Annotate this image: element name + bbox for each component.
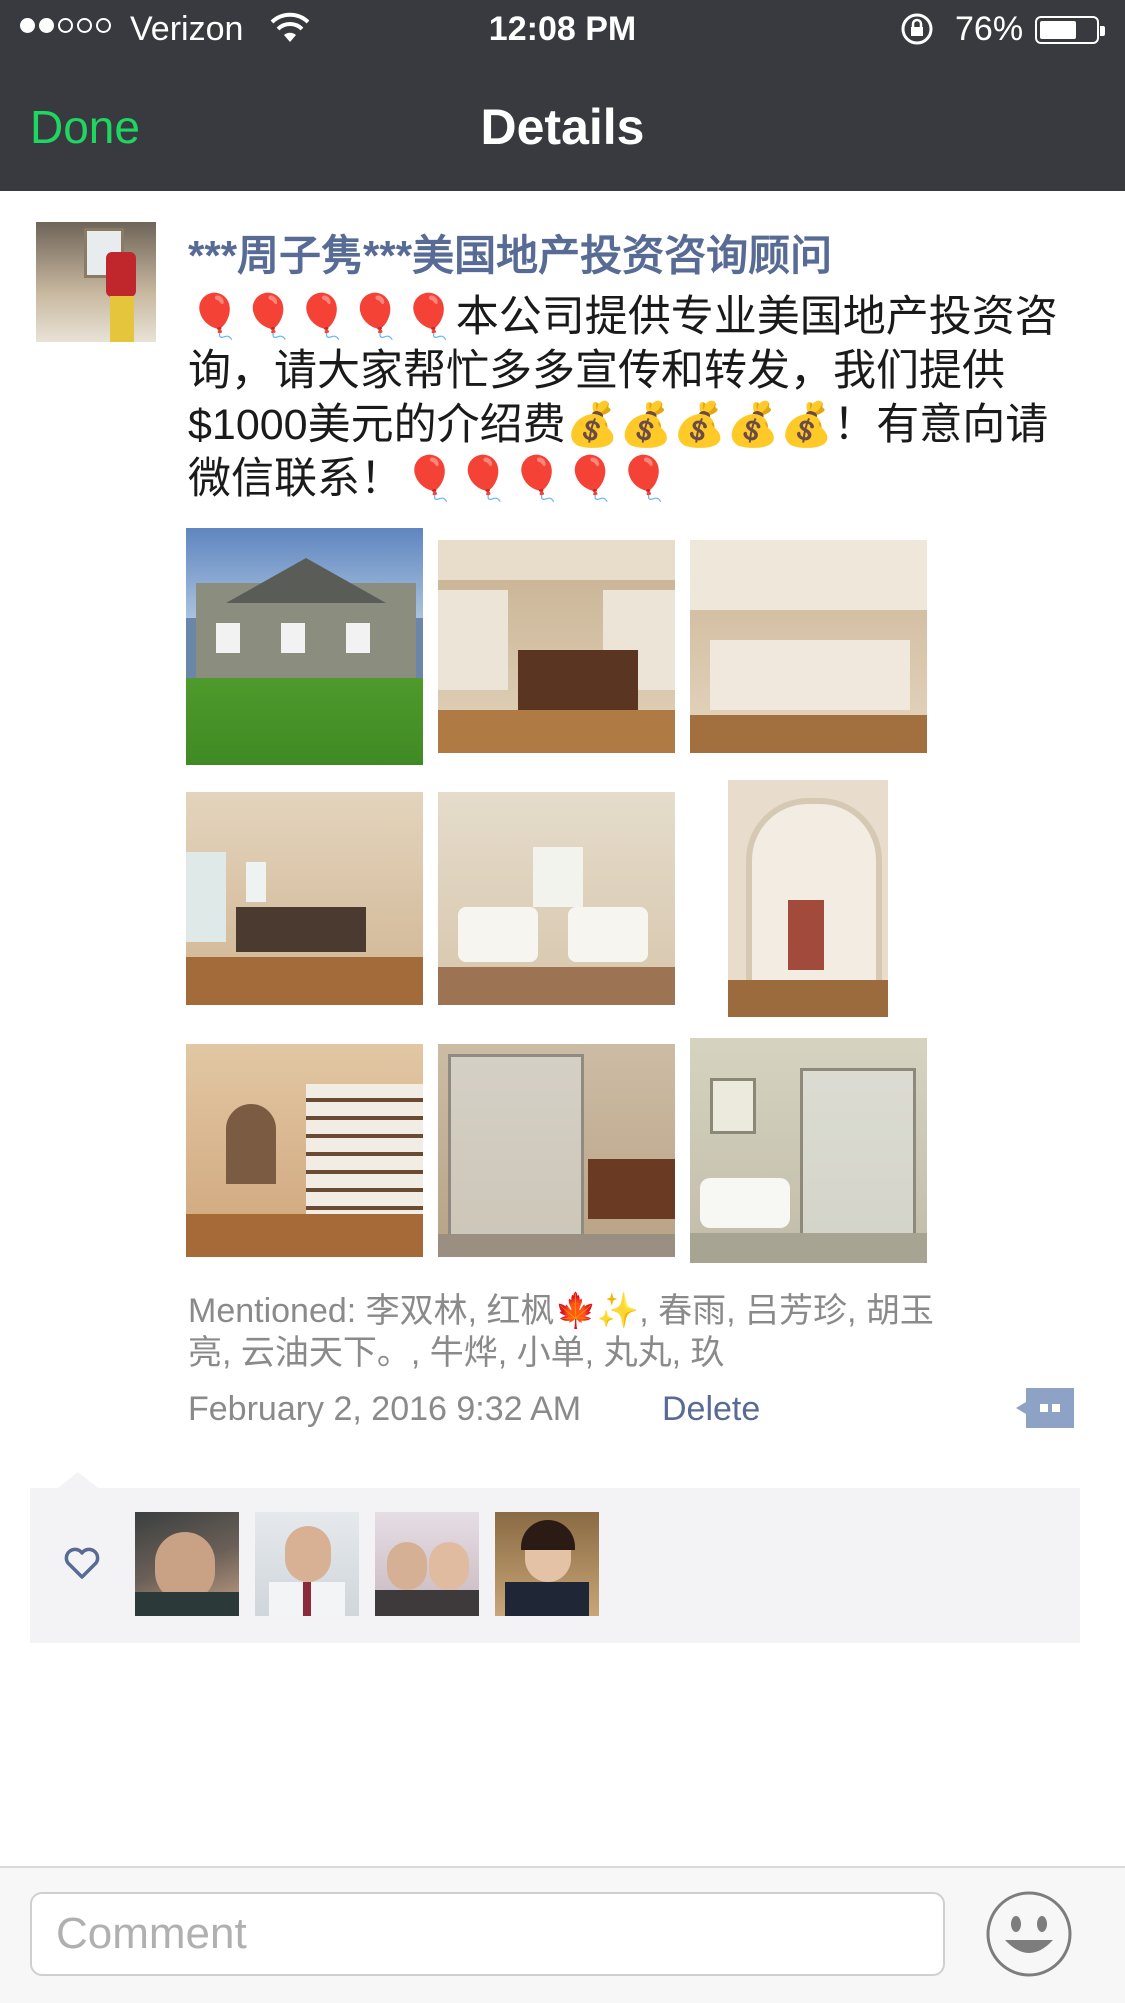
photo-living-room[interactable] bbox=[438, 792, 675, 1005]
post-text: 🎈🎈🎈🎈🎈本公司提供专业美国地产投资咨询，请大家帮忙多多宣传和转发，我们提供$1… bbox=[188, 293, 1058, 503]
photo-bathroom-shower[interactable] bbox=[438, 1044, 675, 1257]
status-bar: Verizon 12:08 PM 76% bbox=[0, 0, 1125, 62]
photo-entry-staircase-arch[interactable] bbox=[728, 780, 888, 1017]
photo-kitchen-island[interactable] bbox=[438, 540, 675, 753]
smiley-icon[interactable] bbox=[985, 1890, 1073, 1978]
battery-icon bbox=[1035, 16, 1105, 44]
author-avatar[interactable] bbox=[36, 222, 156, 342]
heart-icon bbox=[64, 1547, 100, 1579]
photo-dining-room[interactable] bbox=[186, 792, 423, 1005]
liker-avatar[interactable] bbox=[495, 1512, 599, 1616]
liker-avatar[interactable] bbox=[255, 1512, 359, 1616]
battery-percentage: 76% bbox=[955, 10, 1024, 48]
delete-button[interactable]: Delete bbox=[662, 1390, 760, 1429]
navigation-bar: Verizon 12:08 PM 76% Done Details bbox=[0, 0, 1125, 191]
rotation-lock-icon bbox=[901, 13, 933, 45]
photo-bathroom-tub[interactable] bbox=[690, 1038, 927, 1263]
post-timestamp: February 2, 2016 9:32 AM bbox=[188, 1390, 582, 1428]
page-title: Details bbox=[480, 99, 645, 155]
author-name[interactable]: ***周子隽***美国地产投资咨询顾问 bbox=[188, 222, 832, 283]
comment-options-icon[interactable] bbox=[1016, 1388, 1074, 1428]
likes-panel bbox=[30, 1488, 1080, 1643]
liker-avatar[interactable] bbox=[375, 1512, 479, 1616]
photo-house-exterior[interactable] bbox=[186, 528, 423, 765]
photo-foyer-staircase[interactable] bbox=[186, 1044, 423, 1257]
comment-bar bbox=[0, 1866, 1125, 2003]
mentioned-users[interactable]: Mentioned: 李双林, 红枫🍁✨, 春雨, 吕芳珍, 胡玉亮, 云油天下… bbox=[188, 1290, 968, 1374]
liker-avatar[interactable] bbox=[135, 1512, 239, 1616]
comment-input[interactable] bbox=[30, 1892, 945, 1976]
likes-pointer bbox=[58, 1472, 98, 1488]
photo-kitchen-cabinets[interactable] bbox=[690, 540, 927, 753]
